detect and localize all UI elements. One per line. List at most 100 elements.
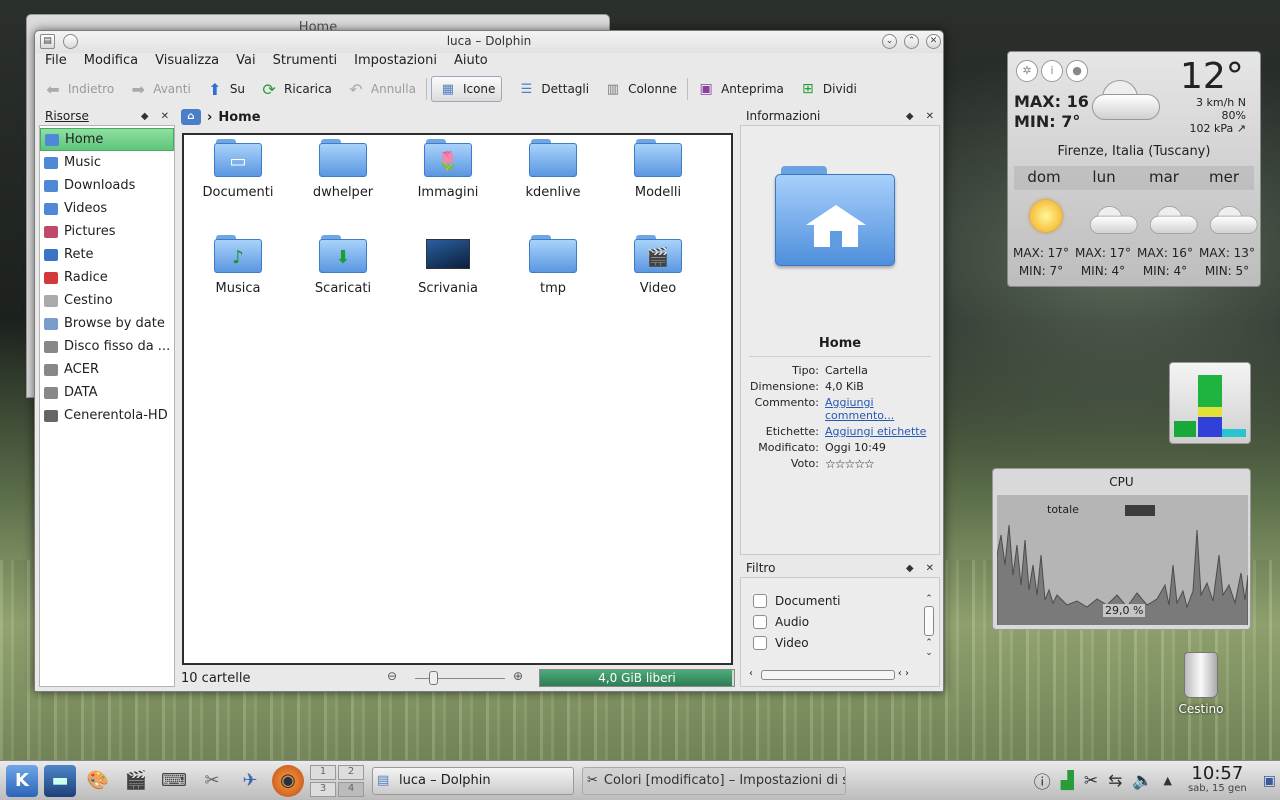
file-item[interactable]: ▭ Documenti [186, 139, 290, 200]
video-editor-icon[interactable]: 🎬 [120, 765, 152, 797]
places-item-cestino[interactable]: Cestino [40, 289, 174, 312]
places-item-pictures[interactable]: Pictures [40, 220, 174, 243]
icons-view-button[interactable]: ▦ Icone [430, 76, 503, 102]
desktop-2[interactable]: 2 [338, 764, 364, 780]
menu-vai[interactable]: Vai [236, 53, 255, 73]
places-item-cenerentola-hd[interactable]: Cenerentola-HD [40, 404, 174, 427]
lock-screen-icon[interactable]: ▣ [1263, 773, 1276, 789]
undo-button[interactable]: ↶ Annulla [346, 80, 416, 99]
places-item-radice[interactable]: Radice [40, 266, 174, 289]
task-settings[interactable]: ✂ Colori [modificato] – Impostazioni di s… [582, 766, 846, 795]
filter-horizontal-scrollbar[interactable]: ‹ ‹ › [749, 668, 915, 682]
desktop-icon[interactable]: ▬ [44, 764, 76, 797]
back-button[interactable]: ⬅ Indietro [43, 80, 114, 99]
desktop-4[interactable]: 4 [338, 781, 364, 797]
file-item[interactable]: ♪ Musica [186, 235, 290, 296]
weather-widget[interactable]: ✲ i ● MAX: 16 MIN: 7° 12° 3 km/h N 80% 102… [1007, 51, 1261, 287]
menu-aiuto[interactable]: Aiuto [454, 53, 488, 73]
close-panel-icon[interactable]: ✕ [926, 111, 934, 122]
float-icon[interactable]: ◆ [906, 563, 914, 574]
desktop-trash[interactable]: Cestino [1170, 652, 1232, 716]
menu-file[interactable]: File [45, 53, 67, 73]
zoom-in-icon[interactable]: ⊕ [513, 669, 523, 683]
split-button[interactable]: ⊞ Dividi [798, 80, 857, 98]
menu-modifica[interactable]: Modifica [84, 53, 138, 73]
file-item[interactable]: kdenlive [501, 139, 605, 200]
info-icon[interactable]: i [1041, 60, 1063, 82]
filter-video-checkbox[interactable]: Video [741, 632, 939, 653]
add-comment-link[interactable]: Aggiungi commento... [825, 396, 905, 422]
minimize-icon[interactable]: ⌄ [882, 34, 897, 49]
station-icon[interactable]: ● [1066, 60, 1088, 82]
home-crumb-icon[interactable]: ⌂ [181, 109, 201, 125]
checkbox-box[interactable] [753, 593, 767, 608]
places-item-music[interactable]: Music [40, 151, 174, 174]
float-icon[interactable]: ◆ [141, 111, 149, 122]
checkbox-box[interactable] [753, 614, 767, 629]
settings-icon[interactable]: ✲ [1016, 60, 1038, 82]
places-item-home[interactable]: Home [40, 128, 174, 151]
file-item[interactable]: 🎬 Video [606, 235, 710, 296]
zoom-slider[interactable]: ⊖ ⊕ [387, 669, 537, 685]
file-item[interactable]: tmp [501, 235, 605, 296]
close-icon[interactable]: ✕ [926, 34, 941, 49]
info-icon[interactable]: ⓘ [1034, 768, 1051, 793]
kde-launcher-icon[interactable]: K [6, 764, 38, 797]
clipboard-icon[interactable]: ✂ [1084, 771, 1098, 791]
places-item-disco-fisso[interactable]: Disco fisso da ... [40, 335, 174, 358]
zoom-handle[interactable] [429, 671, 438, 685]
clock[interactable]: 10:57 sab, 15 gen [1188, 762, 1247, 796]
file-item[interactable]: Modelli [606, 139, 710, 200]
maximize-icon[interactable]: ⌃ [904, 34, 919, 49]
tray-expand-icon[interactable]: ▲ [1164, 774, 1172, 787]
menu-visualizza[interactable]: Visualizza [155, 53, 219, 73]
desktop-3[interactable]: 3 [310, 781, 336, 797]
file-view[interactable]: ▭ Documenti dwhelper 🌷 Immagini kdenlive Model… [182, 133, 733, 665]
menu-strumenti[interactable]: Strumenti [273, 53, 338, 73]
close-panel-icon[interactable]: ✕ [161, 111, 169, 122]
clock-time: 10:57 [1191, 762, 1244, 784]
breadcrumb-location[interactable]: Home [218, 110, 260, 125]
menu-impostazioni[interactable]: Impostazioni [354, 53, 437, 73]
task-dolphin[interactable]: ▤ luca – Dolphin [372, 766, 574, 795]
forward-button[interactable]: ➡ Avanti [128, 80, 191, 99]
cpu-monitor-widget[interactable]: CPU totale 29,0 % [992, 468, 1251, 630]
usb-icon[interactable]: ⇆ [1108, 771, 1122, 791]
bar-graph-widget[interactable] [1169, 362, 1251, 444]
firefox-icon[interactable]: ◉ [272, 764, 304, 797]
places-item-videos[interactable]: Videos [40, 197, 174, 220]
virtual-desktop-pager[interactable]: 1 2 3 4 [310, 764, 364, 797]
preview-button[interactable]: ▣ Anteprima [696, 80, 783, 98]
network-signal-icon[interactable]: ▟ [1061, 771, 1074, 791]
details-view-button[interactable]: ☰ Dettagli [516, 80, 590, 98]
places-item-rete[interactable]: Rete [40, 243, 174, 266]
close-panel-icon[interactable]: ✕ [926, 563, 934, 574]
file-item[interactable]: ⬇ Scaricati [291, 235, 395, 296]
add-tags-link[interactable]: Aggiungi etichette [825, 425, 941, 438]
filter-documents-checkbox[interactable]: Documenti [741, 590, 939, 611]
keyboard-icon[interactable]: ⌨ [158, 765, 190, 797]
up-button[interactable]: ⬆ Su [205, 80, 245, 99]
zoom-out-icon[interactable]: ⊖ [387, 669, 397, 683]
filter-audio-checkbox[interactable]: Audio [741, 611, 939, 632]
float-icon[interactable]: ◆ [906, 111, 914, 122]
reload-button[interactable]: ⟳ Ricarica [259, 80, 332, 99]
file-item[interactable]: Scrivania [396, 235, 500, 296]
title-bar[interactable]: ▤ luca – Dolphin ⌄ ⌃ ✕ [35, 31, 943, 53]
tools-icon[interactable]: ✂ [196, 765, 228, 797]
places-item-downloads[interactable]: Downloads [40, 174, 174, 197]
bird-client-icon[interactable]: ✈ [234, 765, 266, 797]
columns-view-button[interactable]: ▥ Colonne [603, 80, 677, 98]
volume-icon[interactable]: 🔈 [1132, 771, 1153, 791]
paint-palette-icon[interactable]: 🎨 [82, 765, 114, 797]
places-item-data[interactable]: DATA [40, 381, 174, 404]
checkbox-box[interactable] [753, 635, 767, 650]
places-item-browse-by-date[interactable]: Browse by date [40, 312, 174, 335]
places-item-acer[interactable]: ACER [40, 358, 174, 381]
rating-stars[interactable]: ☆☆☆☆☆ [825, 457, 941, 471]
weather-controls: ✲ i ● [1016, 60, 1091, 82]
file-item[interactable]: 🌷 Immagini [396, 139, 500, 200]
filter-vertical-scrollbar[interactable]: ⌃ ⌃ ⌄ [923, 594, 935, 664]
file-item[interactable]: dwhelper [291, 139, 395, 200]
desktop-1[interactable]: 1 [310, 764, 336, 780]
